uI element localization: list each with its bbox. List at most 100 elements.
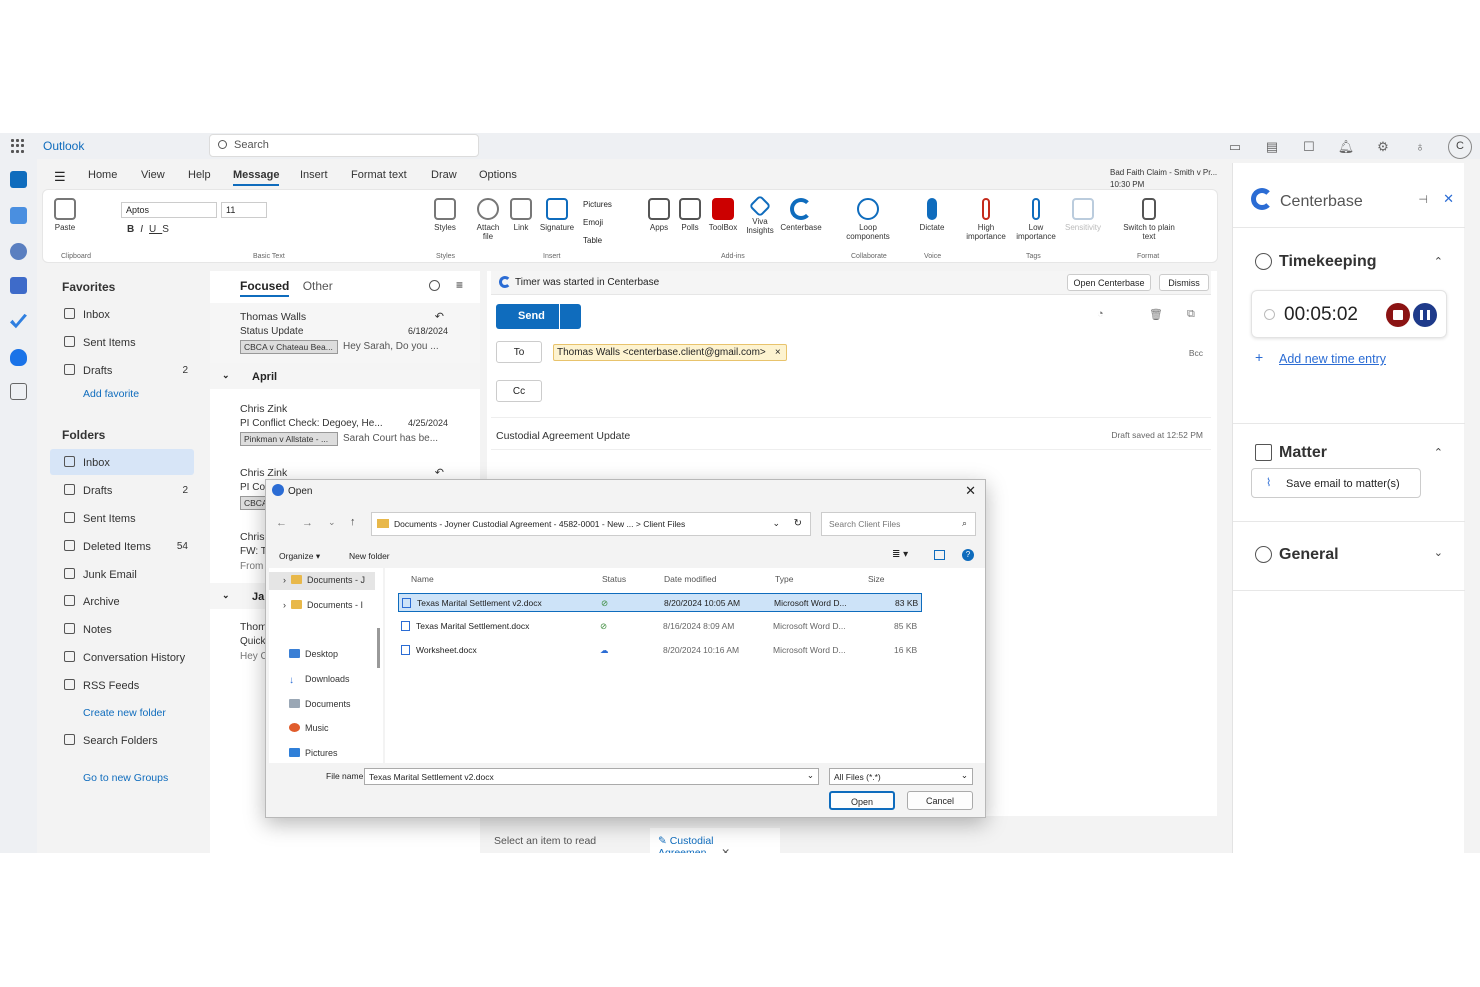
my-day-icon[interactable]: ☐ — [1300, 138, 1318, 156]
switch-plain-text-button[interactable]: Switch to plain text — [1117, 192, 1181, 241]
low-importance-button[interactable]: Low importance — [1011, 192, 1061, 241]
folder-archive[interactable]: Archive — [50, 588, 194, 614]
column-date-modified[interactable]: Date modified — [664, 574, 716, 584]
tab-message[interactable]: Message — [233, 169, 280, 186]
read-tab[interactable]: Select an item to read — [494, 835, 596, 847]
hamburger-icon[interactable]: ☰ — [54, 169, 66, 185]
address-bar[interactable]: Documents - Joyner Custodial Agreement -… — [371, 512, 811, 536]
folder-notes[interactable]: Notes — [50, 616, 194, 642]
file-name-input[interactable]: Texas Marital Settlement v2.docx ⌄ — [364, 768, 819, 785]
app-launcher-icon[interactable] — [11, 139, 25, 153]
to-button[interactable]: To — [496, 341, 542, 363]
people-icon[interactable] — [10, 243, 27, 260]
calendar-icon[interactable] — [10, 207, 27, 224]
close-icon[interactable]: ✕ — [721, 847, 730, 853]
refresh-icon[interactable]: ↻ — [794, 518, 802, 529]
column-name[interactable]: Name — [411, 574, 434, 584]
folder-search-folders[interactable]: Search Folders — [50, 727, 194, 753]
matter-title[interactable]: Matter — [1279, 444, 1327, 462]
nav-downloads[interactable]: ↓ Downloads — [289, 674, 350, 686]
filter-icon[interactable]: ≡ — [456, 278, 463, 292]
meet-now-icon[interactable]: ▭ — [1226, 138, 1244, 156]
chevron-down-icon[interactable]: ⌄ — [1434, 546, 1443, 559]
tab-help[interactable]: Help — [188, 169, 211, 181]
tab-view[interactable]: View — [141, 169, 165, 181]
chevron-down-icon[interactable]: ⌄ — [772, 518, 780, 529]
list-item[interactable]: Thomas Walls ↶ Status Update 6/18/2024 C… — [210, 303, 480, 363]
bell-icon[interactable]: 🔔︎ — [1337, 138, 1355, 156]
column-size[interactable]: Size — [868, 574, 885, 584]
sensitivity-button[interactable]: Sensitivity — [1061, 192, 1105, 232]
general-title[interactable]: General — [1279, 546, 1339, 564]
save-email-button[interactable]: ⌇ Save email to matter(s) — [1251, 468, 1421, 498]
dismiss-button[interactable]: Dismiss — [1159, 274, 1209, 291]
format-buttons[interactable]: BIUS — [127, 224, 175, 235]
open-button[interactable]: Open — [829, 791, 895, 810]
viva-insights-button[interactable]: Viva Insights — [743, 192, 777, 235]
pin-icon[interactable]: ⊣ — [1418, 193, 1428, 206]
fav-inbox[interactable]: Inbox — [50, 301, 194, 327]
search-input[interactable]: Search — [209, 134, 479, 157]
favorites-header[interactable]: Favorites — [62, 280, 115, 294]
font-name-select[interactable]: Aptos — [121, 202, 217, 218]
forward-icon[interactable]: → — [302, 517, 313, 529]
select-icon[interactable] — [429, 280, 440, 291]
popout-icon[interactable]: ⧉ — [1187, 308, 1195, 321]
tab-format-text[interactable]: Format text — [351, 169, 407, 181]
pause-button[interactable] — [1413, 303, 1437, 327]
nav-pictures[interactable]: Pictures — [289, 748, 338, 758]
list-item[interactable]: Chris Zink PI Conflict Check: Degoey, He… — [210, 395, 480, 455]
folder-deleted-items[interactable]: Deleted Items 54 — [50, 533, 194, 559]
new-folder-button[interactable]: New folder — [349, 551, 390, 561]
column-status[interactable]: Status — [602, 574, 626, 584]
cc-button[interactable]: Cc — [496, 380, 542, 402]
signature-button[interactable]: Signature — [535, 192, 579, 232]
tab-options[interactable]: Options — [479, 169, 517, 181]
folder-conversation-history[interactable]: Conversation History — [50, 644, 194, 670]
folder-sent-items[interactable]: Sent Items — [50, 505, 194, 531]
plus-icon[interactable]: + — [1255, 349, 1263, 365]
nav-music[interactable]: Music — [289, 723, 329, 733]
mail-icon[interactable] — [10, 171, 27, 188]
stop-button[interactable] — [1386, 303, 1410, 327]
avatar[interactable]: C — [1448, 135, 1472, 159]
subject-field[interactable]: Custodial Agreement Update — [496, 430, 630, 442]
teams-icon[interactable]: ▤ — [1263, 138, 1281, 156]
centerbase-button[interactable]: Centerbase — [777, 192, 825, 232]
draft-tab[interactable]: ✎ Custodial Agreemen... ✕ — [650, 828, 780, 853]
nav-item[interactable]: › Documents - J — [283, 575, 365, 585]
recent-chevron-icon[interactable]: ⌄ — [328, 517, 336, 528]
send-options-chevron-icon[interactable] — [559, 304, 581, 329]
folders-header[interactable]: Folders — [62, 428, 105, 442]
folder-inbox[interactable]: Inbox — [50, 449, 194, 475]
up-icon[interactable]: ↑ — [350, 516, 356, 528]
apps-button[interactable]: Apps — [645, 192, 673, 232]
pictures-button[interactable]: Pictures — [583, 196, 612, 214]
nav-documents[interactable]: Documents — [289, 699, 351, 709]
bcc-button[interactable]: Bcc — [1189, 348, 1203, 358]
file-row[interactable]: Texas Marital Settlement v2.docx ⊘ 8/20/… — [398, 593, 922, 612]
nav-scrollbar[interactable] — [377, 628, 380, 668]
onedrive-icon[interactable] — [10, 349, 27, 366]
view-options-icon[interactable]: ≣ ▾ — [892, 549, 908, 560]
tab-home[interactable]: Home — [88, 169, 117, 181]
table-button[interactable]: Table — [583, 232, 612, 250]
folder-junk-email[interactable]: Junk Email — [50, 561, 194, 587]
file-row[interactable]: Worksheet.docx ☁ 8/20/2024 10:16 AM Micr… — [398, 641, 922, 660]
link-button[interactable]: Link — [509, 192, 533, 232]
create-folder-link[interactable]: Create new folder — [83, 707, 166, 719]
send-button[interactable]: Send — [496, 304, 581, 329]
sensitivity-icon[interactable]: ◔ — [1097, 308, 1104, 320]
organize-button[interactable]: Organize ▾ — [279, 551, 320, 562]
chevron-down-icon[interactable]: ⌄ — [961, 770, 968, 781]
add-time-entry-link[interactable]: Add new time entry — [1279, 352, 1386, 366]
dialog-search-input[interactable]: Search Client Files ⌕ — [821, 512, 976, 536]
trash-icon[interactable]: 🗑︎ — [1149, 308, 1163, 321]
chevron-up-icon[interactable]: ⌃ — [1434, 255, 1443, 268]
folder-drafts[interactable]: Drafts 2 — [50, 477, 194, 503]
font-size-select[interactable]: 11 — [221, 202, 267, 218]
timekeeping-title[interactable]: Timekeeping — [1279, 253, 1377, 271]
preview-pane-icon[interactable] — [934, 550, 945, 560]
remove-recipient-icon[interactable]: × — [775, 347, 781, 358]
toolbox-button[interactable]: ToolBox — [705, 192, 741, 232]
